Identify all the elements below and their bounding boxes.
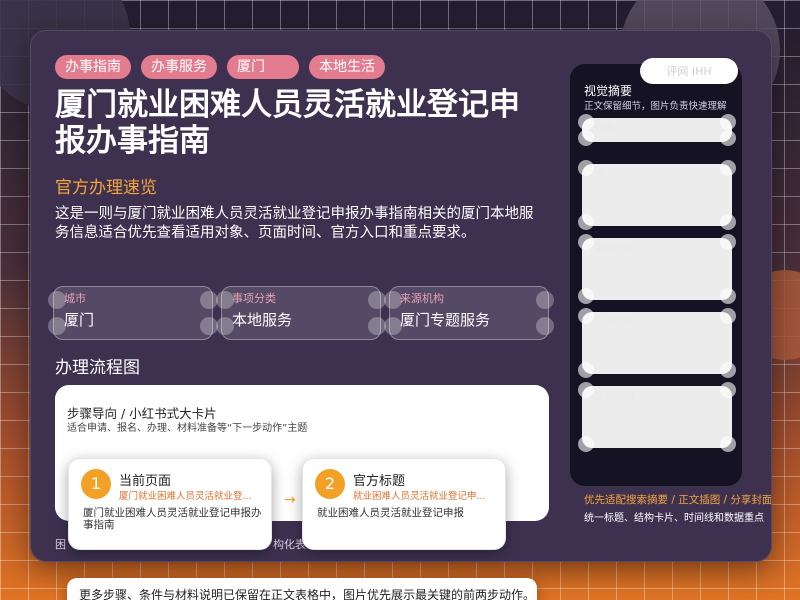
panel-field-city: 城市 厦门: [578, 160, 736, 230]
bottom-note-text: 更多步骤、条件与材料说明已保留在正文表格中，图片优先展示最关键的前两步动作。: [79, 588, 536, 600]
fact-cards: 城市 厦门 事项分类 本地服务 来源机构 厦门专题服务: [48, 286, 554, 340]
panel-pill[interactable]: 评网 IHH: [640, 58, 738, 84]
step-body: 就业困难人员灵活就业登记申报: [317, 507, 464, 519]
flow-step-card[interactable]: 2 官方标题 就业困难人员灵活就业登记申... 就业困难人员灵活就业登记申报: [302, 458, 506, 550]
fact-label: 来源机构: [400, 292, 444, 305]
tag-item[interactable]: 办事服务: [141, 55, 217, 79]
fact-card-category: 事项分类 本地服务: [216, 286, 386, 340]
arrow-right-icon: →: [284, 492, 296, 508]
flow-heading: 办理流程图: [55, 358, 140, 378]
step-number-badge: 2: [315, 469, 345, 499]
fact-card-city: 城市 厦门: [48, 286, 218, 340]
fact-label: 城市: [64, 292, 86, 305]
step-body: 厦门就业困难人员灵活就业登记申报办事指南: [83, 507, 262, 531]
panel-subtitle: 正文保留细节，图片负责快速理解: [584, 101, 727, 112]
visual-summary-panel: 评网 IHH 视觉摘要 正文保留细节，图片负责快速理解 标题 城市 厦门 事项分…: [569, 58, 771, 524]
step-title: 官方标题: [353, 474, 406, 489]
panel-field-source: 来源机构 厦门专题服务: [578, 308, 736, 378]
panel-field-label: 发布时间: [594, 392, 634, 403]
panel-field-label: 事项分类: [594, 244, 634, 255]
tag-item[interactable]: 本地生活: [309, 55, 385, 79]
fact-value: 厦门: [64, 311, 95, 329]
fact-label: 事项分类: [232, 292, 276, 305]
panel-field-date: 发布时间 2026-03-17: [578, 382, 736, 452]
flow-box-subtitle: 适合申请、报名、办理、材料准备等“下一步动作”主题: [67, 423, 308, 434]
panel-field-value: 厦门专题服务: [594, 332, 685, 350]
step-subtitle: 就业困难人员灵活就业登记申...: [353, 491, 486, 502]
step-number-badge: 1: [81, 469, 111, 499]
page-description: 这是一则与厦门就业困难人员灵活就业登记申报办事指南相关的厦门本地服务信息适合优先…: [55, 206, 534, 241]
bottom-note-card: 更多步骤、条件与材料说明已保留在正文表格中，图片优先展示最关键的前两步动作。: [67, 578, 537, 600]
panel-highlight: 优先适配搜索摘要 / 正文插图 / 分享封面: [584, 494, 772, 506]
tag-item[interactable]: 厦门: [227, 55, 299, 79]
panel-field-label: 来源机构: [594, 318, 634, 329]
footnote-left: 困: [55, 538, 66, 551]
page-subtitle: 官方办理速览: [55, 178, 157, 198]
panel-field-value: 本地服务: [594, 258, 655, 276]
fact-card-source: 来源机构 厦门专题服务: [384, 286, 554, 340]
tag-list: 办事指南 办事服务 厦门 本地生活: [55, 55, 385, 79]
panel-field-value: 厦门: [594, 184, 625, 202]
panel-field-category: 事项分类 本地服务: [578, 234, 736, 304]
flow-step-card[interactable]: 1 当前页面 厦门就业困难人员灵活就业登... 厦门就业困难人员灵活就业登记申报…: [68, 458, 272, 550]
fact-value: 厦门专题服务: [400, 311, 491, 329]
step-subtitle: 厦门就业困难人员灵活就业登...: [119, 491, 252, 502]
panel-field-label: 城市: [594, 170, 614, 181]
panel-field-value: 2026-03-17: [594, 404, 682, 422]
panel-field-title: 标题: [578, 114, 736, 146]
footnote-right: 构化表: [273, 538, 306, 551]
step-title: 当前页面: [119, 474, 172, 489]
panel-field-label: 标题: [594, 124, 614, 135]
page-title: 厦门就业困难人员灵活就业登记申报办事指南: [55, 87, 520, 159]
panel-title: 视觉摘要: [584, 84, 633, 98]
panel-note: 统一标题、结构卡片、时间线和数据重点: [584, 513, 764, 524]
tag-item[interactable]: 办事指南: [55, 55, 131, 79]
fact-value: 本地服务: [232, 311, 293, 329]
